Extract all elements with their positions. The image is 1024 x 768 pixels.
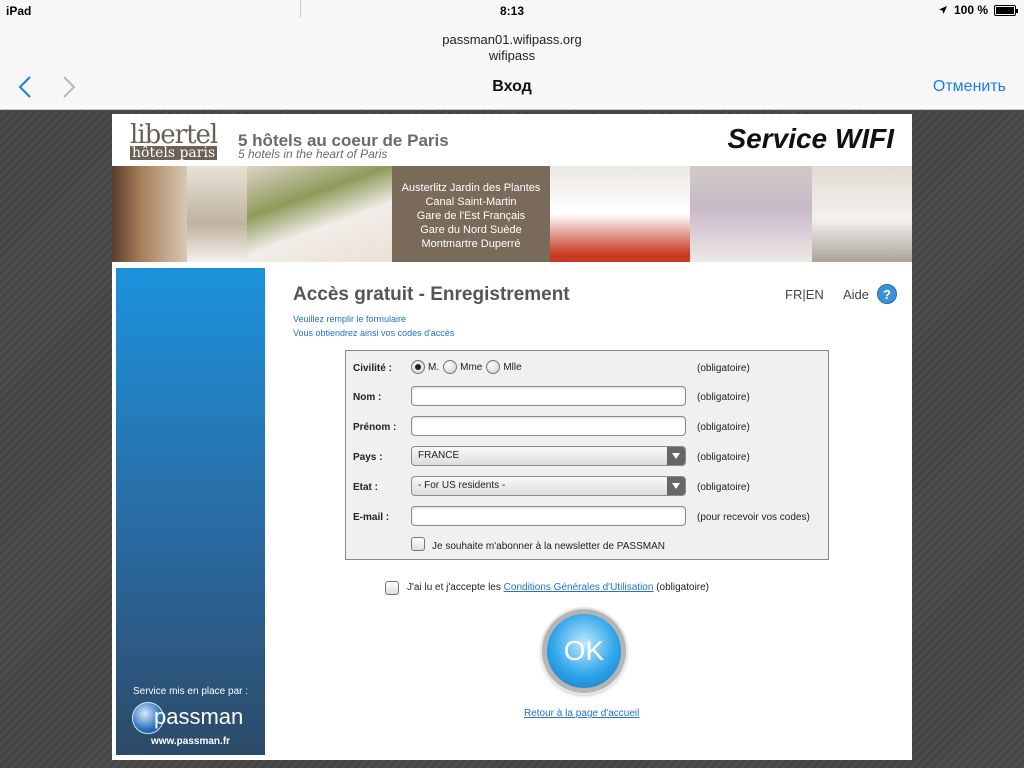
civilite-required: (obligatoire) (697, 363, 750, 374)
hotel-name: Gare de l'Est Français (416, 210, 526, 222)
terms-row: J'ai lu et j'accepte les Conditions Géné… (385, 581, 710, 595)
page-title: Accès gratuit - Enregistrement (293, 284, 570, 305)
terms-link[interactable]: Conditions Générales d'Utilisation (504, 582, 654, 593)
intro-line: Veuillez remplir le formulaire (293, 314, 407, 324)
status-bar: iPad 8:13 100 % (0, 0, 1024, 22)
hotel-name: Gare du Nord Suède (420, 224, 522, 236)
hotel-photo (550, 166, 690, 262)
row-pays: Pays : FRANCE (obligatoire) (346, 446, 830, 470)
location-arrow-icon (938, 6, 947, 14)
nav-bar: Вход Отменить (0, 70, 1024, 106)
battery-fill (996, 6, 1014, 14)
radio-mme[interactable] (443, 360, 458, 374)
registration-content: Accès gratuit - Enregistrement FR|EN Aid… (265, 268, 912, 755)
nom-required: (obligatoire) (697, 392, 750, 403)
service-title: Service WIFI (727, 123, 894, 154)
terms-prefix: J'ai lu et j'accepte les (407, 582, 501, 593)
email-required: (pour recevoir vos codes) (697, 512, 810, 523)
hotel-photo-banner: Austerlitz Jardin des Plantes Canal Sain… (112, 166, 912, 262)
registration-form: Civilité : M. Mme Mlle (obligatoire) Nom… (345, 350, 829, 560)
language-switcher: FR|EN (785, 287, 824, 302)
radio-mlle-label: Mlle (503, 361, 522, 373)
hotel-photo (812, 166, 912, 262)
prenom-required: (obligatoire) (697, 422, 750, 433)
sidebar: Service mis en place par : passman www.p… (116, 268, 265, 755)
row-prenom: Prénom : (obligatoire) (346, 416, 830, 440)
hotel-photo (187, 166, 247, 262)
ios-browser-chrome: iPad 8:13 100 % passman01.wifipass.org w… (0, 0, 1024, 110)
battery-icon (994, 4, 1018, 16)
dropdown-arrow-icon (667, 447, 685, 465)
passman-brand: passman (154, 704, 244, 729)
row-email: E-mail : (pour recevoir vos codes) (346, 506, 830, 530)
help-label[interactable]: Aide (843, 287, 869, 302)
battery-percent: 100 % (953, 3, 988, 17)
terms-suffix: (obligatoire) (656, 582, 710, 593)
hotel-name: Canal Saint-Martin (425, 196, 517, 208)
lang-fr-link[interactable]: FR (785, 287, 802, 302)
intro-text: Veuillez remplir le formulaire Vous obti… (293, 312, 454, 340)
hotel-photo (112, 166, 187, 262)
nom-label: Nom : (353, 392, 382, 403)
passman-url: www.passman.fr (150, 736, 231, 747)
row-nom: Nom : (obligatoire) (346, 386, 830, 410)
prenom-input[interactable] (411, 416, 686, 436)
newsletter-label: Je souhaite m'abonner à la newsletter de… (432, 541, 665, 552)
tagline-en: 5 hotels in the heart of Paris (238, 147, 388, 161)
cancel-button[interactable]: Отменить (933, 78, 1006, 96)
portal-page: libertel hôtels paris 5 hôtels au coeur … (112, 114, 912, 760)
radio-mlle[interactable] (486, 360, 501, 374)
sidebar-note: Service mis en place par : (132, 686, 249, 697)
lang-en-link[interactable]: EN (806, 287, 824, 302)
nav-title: Вход (492, 78, 532, 95)
status-time: 8:13 (499, 4, 525, 18)
pays-select[interactable]: FRANCE (411, 446, 686, 466)
etat-label: Etat : (353, 482, 378, 493)
intro-line: Vous obtiendrez ainsi vos codes d'accès (293, 328, 455, 338)
civilite-label: Civilité : (353, 363, 392, 374)
row-newsletter: Je souhaite m'abonner à la newsletter de… (346, 535, 830, 559)
etat-select[interactable]: - For US residents - (411, 476, 686, 496)
email-field[interactable] (411, 506, 686, 526)
terms-checkbox[interactable] (385, 581, 399, 595)
radio-mme-label: Mme (460, 361, 483, 373)
domain-line2: wifipass (488, 48, 536, 63)
status-right: 100 % (938, 3, 1018, 17)
nom-input[interactable] (411, 386, 686, 406)
civilite-radio-group: M. Mme Mlle (411, 357, 526, 377)
libertel-logo: libertel hôtels paris (130, 122, 228, 162)
portal-header: libertel hôtels paris 5 hôtels au coeur … (112, 114, 912, 166)
help-icon[interactable]: ? (877, 284, 897, 304)
passman-logo: passman (132, 702, 252, 736)
radio-m[interactable] (411, 360, 425, 374)
ok-button[interactable]: OK (542, 609, 626, 693)
hotel-photo (247, 166, 392, 262)
row-etat: Etat : - For US residents - (obligatoire… (346, 476, 830, 500)
hotel-name: Montmartre Duperré (421, 238, 521, 250)
hotel-name: Austerlitz Jardin des Plantes (401, 182, 541, 194)
prenom-label: Prénom : (353, 422, 397, 433)
hotel-list: Austerlitz Jardin des Plantes Canal Sain… (392, 166, 550, 262)
pays-value: FRANCE (418, 450, 460, 461)
etat-required: (obligatoire) (697, 482, 750, 493)
radio-m-label: M. (428, 361, 440, 373)
pays-required: (obligatoire) (697, 452, 750, 463)
domain-display: passman01.wifipass.org wifipass (0, 32, 1024, 64)
pays-label: Pays : (353, 452, 383, 463)
newsletter-checkbox[interactable] (411, 537, 425, 551)
back-home-link[interactable]: Retour à la page d'accueil (524, 708, 639, 719)
dropdown-arrow-icon (667, 477, 685, 495)
logo-subword: hôtels paris (130, 145, 218, 161)
hotel-photo (690, 166, 812, 262)
etat-value: - For US residents - (418, 480, 506, 491)
email-label: E-mail : (353, 512, 390, 523)
row-civilite: Civilité : M. Mme Mlle (obligatoire) (346, 357, 830, 381)
domain-line1: passman01.wifipass.org (442, 32, 582, 47)
